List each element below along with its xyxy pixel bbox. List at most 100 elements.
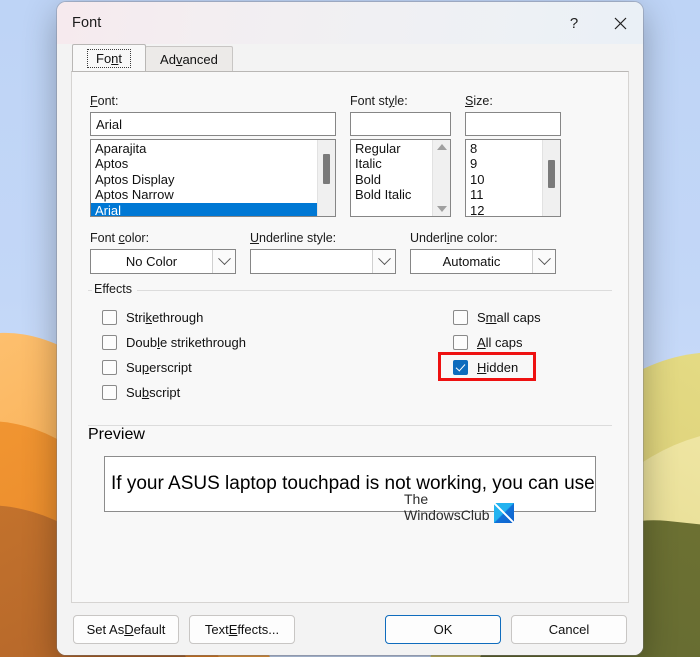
font-size-group: Size: 8 9 10 11 12 — [465, 94, 561, 217]
ok-button[interactable]: OK — [385, 614, 501, 644]
checkbox-hidden[interactable]: Hidden — [453, 355, 612, 380]
underline-style-label: Underline style: — [250, 231, 337, 245]
font-style-label: Font style: — [350, 94, 408, 108]
font-color-value: No Color — [125, 254, 178, 269]
effects-group-label: Effects — [92, 282, 137, 296]
checkbox-box-icon[interactable] — [453, 310, 468, 325]
list-item[interactable]: 10 — [466, 172, 542, 187]
chevron-down-icon[interactable] — [372, 250, 395, 273]
set-as-default-button[interactable]: Set As Default — [73, 614, 179, 644]
checkbox-small-caps[interactable]: Small caps — [453, 305, 612, 330]
font-style-group: Font style: Regular Italic Bold Bold Ita… — [350, 94, 451, 217]
watermark-line-2: WindowsClub — [404, 507, 490, 523]
underline-style-value — [251, 250, 372, 273]
scrollbar-thumb[interactable] — [323, 154, 330, 184]
list-item[interactable]: Regular — [351, 141, 432, 156]
effects-column-left: Strikethrough Double strikethrough Super… — [88, 305, 443, 405]
cancel-button[interactable]: Cancel — [511, 614, 627, 644]
font-input[interactable]: Arial — [90, 112, 336, 136]
size-input[interactable] — [465, 112, 561, 136]
checkbox-box-icon-checked[interactable] — [453, 360, 468, 375]
font-tab-panel: Font: Arial Aparajita Aptos Aptos Displa… — [71, 71, 629, 603]
font-family-group: Font: Arial Aparajita Aptos Aptos Displa… — [90, 94, 336, 217]
font-input-value: Arial — [96, 116, 123, 132]
checkbox-box-icon[interactable] — [102, 385, 117, 400]
effects-group: Effects Strikethrough Double strikethrou… — [88, 282, 612, 405]
font-style-list-scrollbar[interactable] — [432, 140, 450, 216]
font-style-list-items: Regular Italic Bold Bold Italic — [351, 140, 432, 216]
chevron-down-icon[interactable] — [212, 250, 235, 273]
font-color-group: Font color: No Color — [90, 231, 236, 274]
font-list-scrollbar[interactable] — [317, 140, 335, 216]
preview-group: Preview If your ASUS laptop touchpad is … — [88, 425, 612, 512]
scroll-down-arrow-icon[interactable] — [436, 206, 447, 212]
chevron-down-icon[interactable] — [532, 250, 555, 273]
scrollbar-thumb[interactable] — [548, 160, 555, 188]
checkbox-label: Strikethrough — [126, 310, 204, 325]
checkbox-box-icon[interactable] — [102, 360, 117, 375]
list-item[interactable]: Bold — [351, 172, 432, 187]
checkbox-label: Small caps — [477, 310, 541, 325]
watermark-text: The WindowsClub — [404, 491, 490, 523]
checkbox-box-icon[interactable] — [102, 310, 117, 325]
checkbox-double-strikethrough[interactable]: Double strikethrough — [102, 330, 443, 355]
underline-color-combobox[interactable]: Automatic — [410, 249, 556, 274]
checkbox-box-icon[interactable] — [102, 335, 117, 350]
watermark-line-1: The — [404, 491, 429, 507]
dialog-titlebar: Font ? — [57, 2, 643, 44]
size-list-items: 8 9 10 11 12 — [466, 140, 542, 216]
list-item[interactable]: Italic — [351, 156, 432, 171]
font-color-combobox[interactable]: No Color — [90, 249, 236, 274]
font-selection-row: Font: Arial Aparajita Aptos Aptos Displa… — [72, 72, 628, 217]
dialog-body: Font Advanced Font: Arial Aparajita Apto… — [57, 44, 643, 655]
tab-advanced[interactable]: Advanced — [145, 46, 233, 71]
close-icon[interactable] — [597, 2, 643, 44]
list-item[interactable]: Aptos Narrow — [91, 187, 317, 202]
font-listbox[interactable]: Aparajita Aptos Aptos Display Aptos Narr… — [90, 139, 336, 217]
underline-style-combobox[interactable] — [250, 249, 396, 274]
effects-grid: Strikethrough Double strikethrough Super… — [88, 291, 612, 405]
size-listbox[interactable]: 8 9 10 11 12 — [465, 139, 561, 217]
checkbox-all-caps[interactable]: All caps — [453, 330, 612, 355]
list-item[interactable]: 8 — [466, 141, 542, 156]
underline-color-label: Underline color: — [410, 231, 498, 245]
preview-text: If your ASUS laptop touchpad is not work… — [111, 473, 596, 494]
list-item[interactable]: Aptos Display — [91, 172, 317, 187]
checkbox-label: All caps — [477, 335, 523, 350]
checkbox-superscript[interactable]: Superscript — [102, 355, 443, 380]
checkbox-label: Subscript — [126, 385, 181, 400]
font-label: Font: — [90, 94, 119, 108]
scroll-up-arrow-icon[interactable] — [436, 144, 447, 150]
tab-font[interactable]: Font — [72, 44, 147, 71]
dialog-footer: Set As Default Text Effects... OK Cancel — [57, 603, 643, 655]
font-list-items: Aparajita Aptos Aptos Display Aptos Narr… — [91, 140, 317, 216]
list-item[interactable]: 12 — [466, 203, 542, 216]
size-label: Size: — [465, 94, 493, 108]
preview-box: If your ASUS laptop touchpad is not work… — [104, 456, 596, 512]
checkbox-strikethrough[interactable]: Strikethrough — [102, 305, 443, 330]
list-item-selected[interactable]: Arial — [91, 202, 317, 216]
underline-color-group: Underline color: Automatic — [410, 231, 556, 274]
checkbox-label: Superscript — [126, 360, 192, 375]
underline-color-value: Automatic — [442, 254, 501, 269]
list-item[interactable]: 11 — [466, 187, 542, 202]
underline-style-group: Underline style: — [250, 231, 396, 274]
checkbox-box-icon[interactable] — [453, 335, 468, 350]
font-style-input[interactable] — [350, 112, 451, 136]
list-item[interactable]: Aparajita — [91, 141, 317, 156]
checkbox-subscript[interactable]: Subscript — [102, 380, 443, 405]
list-item[interactable]: 9 — [466, 156, 542, 171]
list-item[interactable]: Bold Italic — [351, 187, 432, 202]
list-item[interactable]: Aptos — [91, 156, 317, 171]
text-effects-button[interactable]: Text Effects... — [189, 614, 295, 644]
checkbox-label: Hidden — [477, 360, 519, 375]
font-style-listbox[interactable]: Regular Italic Bold Bold Italic — [350, 139, 451, 217]
color-underline-row: Font color: No Color Underline style: Un… — [72, 217, 628, 274]
tab-font-label: Font — [87, 48, 132, 68]
size-list-scrollbar[interactable] — [542, 140, 560, 216]
effects-column-right: Small caps All caps Hidden — [438, 305, 612, 405]
preview-group-label: Preview — [88, 426, 145, 443]
tab-advanced-label: Advanced — [160, 51, 218, 67]
checkbox-label: Double strikethrough — [126, 335, 246, 350]
help-question-icon[interactable]: ? — [551, 2, 597, 44]
